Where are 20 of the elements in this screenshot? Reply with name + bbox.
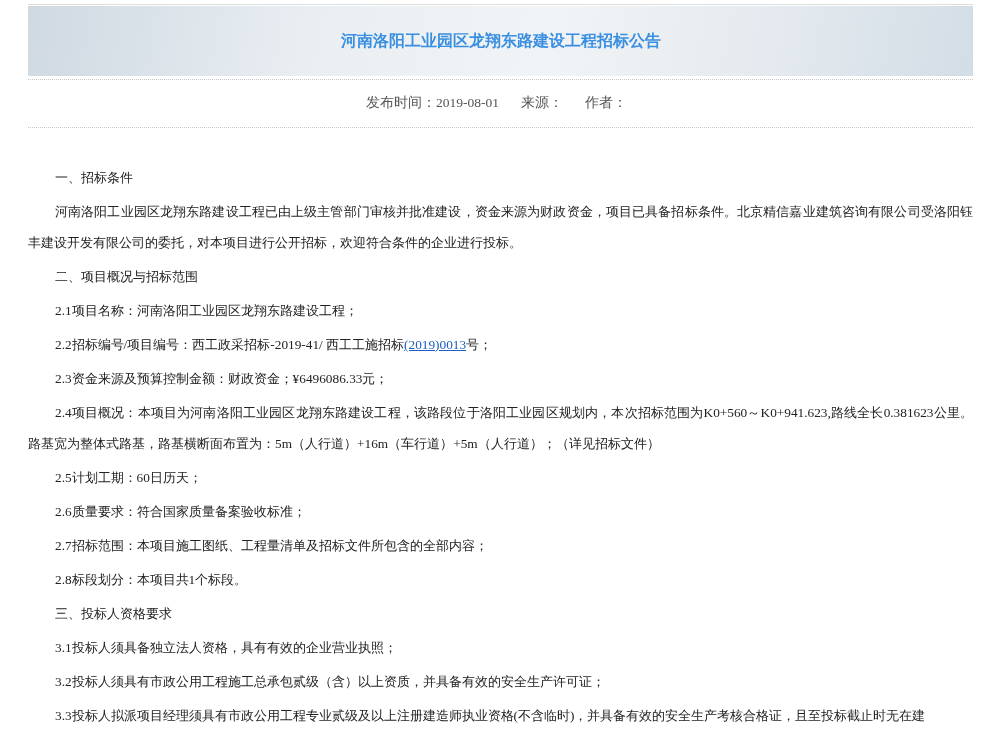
paragraph: 一、招标条件 (54, 169, 134, 187)
paragraph: 2.3资金来源及预算控制金额：财政资金；¥6496086.33元； (54, 370, 390, 388)
meta-info: 作者： (585, 94, 628, 113)
paragraph: 2.8标段划分：本项目共1个标段。 (54, 571, 249, 589)
paragraph: 2.5计划工期：60日历天； (54, 469, 203, 487)
meta-info: 来源： (521, 94, 564, 113)
paragraph: 3.2投标人须具有市政公用工程施工总承包贰级（含）以上资质，并具备有效的安全生产许可证； (54, 673, 606, 691)
link[interactable]: (2019)0013 (404, 337, 467, 352)
paragraph: 2.1项目名称：河南洛阳工业园区龙翔东路建设工程； (54, 302, 359, 320)
paragraph: 2.4项目概况：本项目为河南洛阳工业园区龙翔东路建设工程，该路段位于洛阳工业园区规划内，本次招标范围为K0+560～K0+941.623,路线全长0.381623公里。路基宽为整体式路基，路基横断面布置为：5m（人行道）+16m（车行道）+5m（人行道）；（详见招标文件） (28, 404, 973, 453)
paragraph: 2.2招标编号/项目编号：西工政采招标-2019-41/ 西工工施招标(2019)0013号； (54, 336, 494, 354)
paragraph: 三、投标人资格要求 (54, 605, 173, 623)
paragraph: 2.6质量要求：符合国家质量备案验收标准； (54, 503, 307, 521)
paragraph: 二、项目概况与招标范围 (54, 268, 199, 286)
paragraph: 河南洛阳工业园区龙翔东路建设工程已由上级主管部门审核并批准建设，资金来源为财政资金，项目已具备招标条件。北京精信嘉业建筑咨询有限公司受洛阳钰丰建设开发有限公司的委托，对本项目进行公开招标，欢迎符合条件的企业进行投标。 (28, 203, 973, 252)
paragraph: 3.1投标人须具备独立法人资格，具有有效的企业营业执照； (54, 639, 398, 657)
paragraph: 2.7招标范围：本项目施工图纸、工程量清单及招标文件所包含的全部内容； (54, 537, 489, 555)
meta-info: 发布时间：2019-08-01 (366, 94, 500, 113)
article-title: 河南洛阳工业园区龙翔东路建设工程招标公告 (340, 30, 661, 52)
paragraph: 3.3投标人拟派项目经理须具有市政公用工程专业贰级及以上注册建造师执业资格(不含临时)，并具备有效的安全生产考核合格证，且至投标截止时无在建 (54, 707, 927, 725)
